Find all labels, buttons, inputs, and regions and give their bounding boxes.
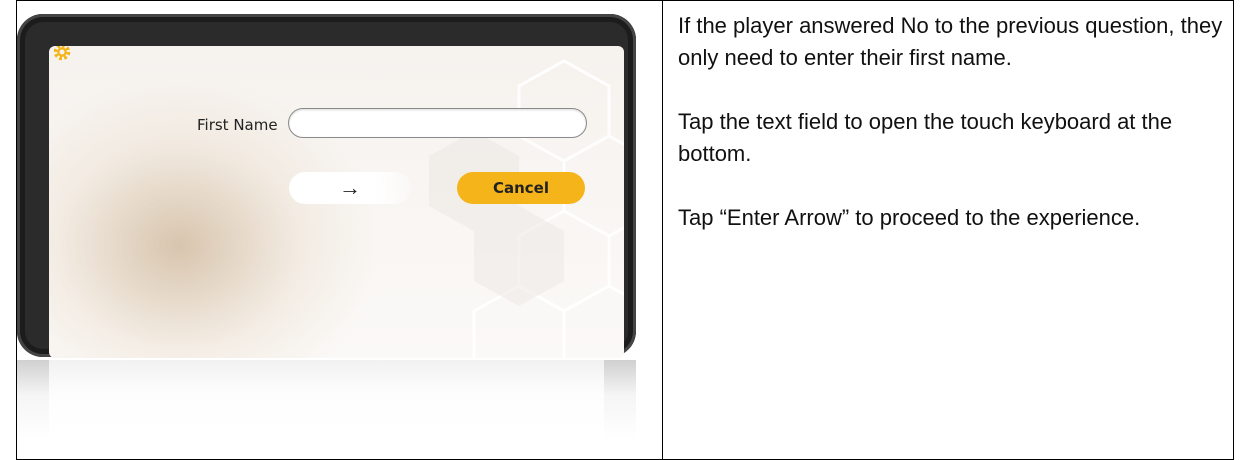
cancel-button[interactable]: Cancel	[457, 172, 585, 204]
instruction-paragraph: If the player answered No to the previou…	[678, 13, 1223, 70]
screen-reflection	[49, 360, 604, 450]
instruction-paragraph: Tap the text field to open the touch key…	[678, 109, 1173, 166]
tablet-reflection	[17, 360, 636, 460]
app-screen: First Name → Cancel	[49, 46, 624, 358]
table-column-divider	[662, 1, 663, 459]
arrow-right-icon: →	[339, 175, 361, 200]
first-name-input[interactable]	[288, 108, 587, 138]
first-name-label: First Name	[197, 116, 278, 134]
instruction-paragraph: Tap “Enter Arrow” to proceed to the expe…	[678, 205, 1141, 230]
instructions-text: If the player answered No to the previou…	[678, 10, 1226, 266]
tablet-device: First Name → Cancel	[17, 14, 636, 358]
enter-arrow-button[interactable]: →	[289, 172, 411, 204]
gear-icon[interactable]	[51, 46, 73, 63]
